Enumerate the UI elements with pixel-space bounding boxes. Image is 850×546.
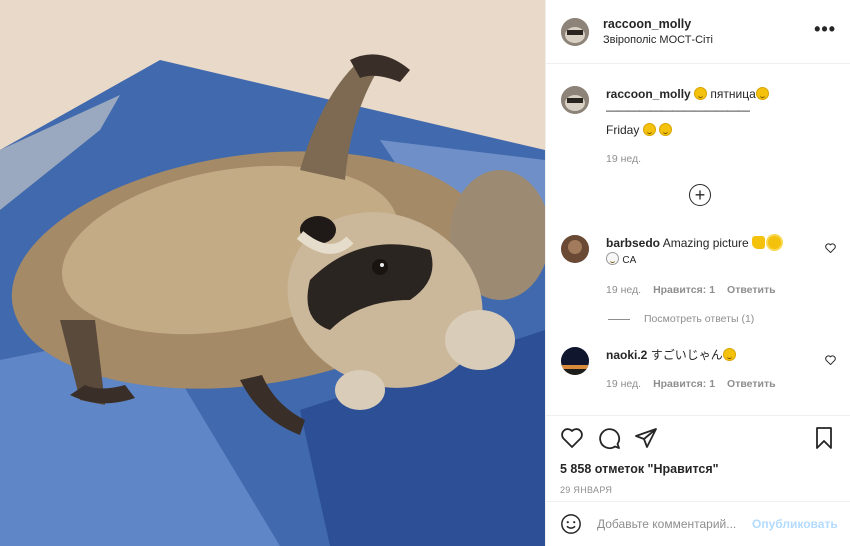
caption-username[interactable]: raccoon_molly — [606, 87, 691, 101]
comment-likes[interactable]: Нравится: 1 — [653, 284, 715, 296]
publish-button[interactable]: Опубликовать — [752, 517, 838, 531]
author-avatar[interactable] — [561, 17, 589, 46]
reply-button[interactable]: Ответить — [727, 284, 776, 296]
post-photo[interactable] — [0, 0, 545, 546]
comment-meta: 19 нед. Нравится: 1 Ответить — [606, 282, 836, 298]
commenter-avatar[interactable] — [561, 235, 589, 263]
comment-username[interactable]: naoki.2 — [606, 348, 647, 362]
upside-down-face-emoji-2 — [642, 123, 656, 136]
post-actions: 5 858 отметок "Нравится" 29 ЯНВАРЯ — [546, 415, 850, 501]
comment-body: barbsedo Amazing picture CA 19 нед. Нрави… — [606, 235, 836, 298]
caption-avatar[interactable] — [561, 86, 589, 114]
caption-text-line2: ————————————— — [606, 103, 750, 117]
more-options-icon[interactable]: ••• — [814, 20, 836, 40]
comments-section: raccoon_molly пятница ————————————— Frid… — [546, 65, 850, 415]
upside-down-face-emoji — [694, 87, 708, 100]
likes-count[interactable]: 5 858 отметок "Нравится" — [560, 462, 836, 476]
caption-body: raccoon_molly пятница ————————————— Frid… — [606, 86, 836, 167]
comment-likes[interactable]: Нравится: 1 — [653, 378, 715, 390]
comment-body: naoki.2 すごいじゃん 19 нед. Нравится: 1 Ответит… — [606, 347, 836, 392]
post-date: 29 ЯНВАРЯ — [560, 485, 613, 495]
caption: raccoon_molly пятница ————————————— Frid… — [561, 86, 836, 167]
flag-emoji — [606, 252, 619, 265]
comment-item: naoki.2 すごいじゃん 19 нед. Нравится: 1 Ответит… — [561, 347, 836, 392]
comment-like-icon[interactable] — [825, 243, 836, 256]
raccoon-photo-illustration — [0, 0, 545, 546]
comment-item: barbsedo Amazing picture CA 19 нед. Нрави… — [561, 235, 836, 298]
heart-icon[interactable] — [560, 426, 584, 450]
relieved-face-emoji — [755, 87, 769, 100]
relieved-face-emoji — [722, 348, 736, 361]
header-text: raccoon_molly Звірополіс МОСТ-Сіті — [603, 17, 814, 46]
comment-icon[interactable] — [597, 426, 621, 450]
sun-emoji — [768, 236, 782, 249]
load-more-icon[interactable]: + — [689, 184, 711, 206]
smiling-face-emoji — [659, 123, 673, 136]
comment-text: Amazing picture — [662, 236, 749, 250]
share-icon[interactable] — [634, 426, 658, 450]
caption-text-line3: Friday — [606, 123, 640, 137]
view-replies-label: Посмотреть ответы (1) — [644, 313, 755, 325]
view-replies-button[interactable]: Посмотреть ответы (1) — [608, 313, 754, 325]
comment-input[interactable] — [597, 517, 752, 531]
bookmark-icon[interactable] — [812, 426, 836, 450]
action-icons — [560, 424, 836, 452]
reply-button[interactable]: Ответить — [727, 378, 776, 390]
comment-like-icon[interactable] — [825, 355, 836, 368]
caption-text-line1: пятница — [710, 87, 756, 101]
thumbs-up-emoji — [752, 236, 766, 249]
comment-time: 19 нед. — [606, 284, 642, 296]
comment-text-2: CA — [622, 255, 637, 266]
comment-time: 19 нед. — [606, 378, 642, 390]
post-location[interactable]: Звірополіс МОСТ-Сіті — [603, 34, 814, 46]
instagram-post: raccoon_molly Звірополіс МОСТ-Сіті ••• r… — [0, 0, 850, 546]
comment-meta: 19 нед. Нравится: 1 Ответить — [606, 376, 836, 392]
comment-username[interactable]: barbsedo — [606, 236, 660, 250]
caption-time: 19 нед. — [606, 153, 642, 165]
emoji-icon[interactable] — [560, 513, 582, 535]
replies-divider — [608, 318, 630, 320]
comment-text: すごいじゃん — [650, 348, 723, 362]
add-comment-bar: Опубликовать — [546, 501, 850, 546]
author-username[interactable]: raccoon_molly — [603, 17, 814, 31]
post-side-panel: raccoon_molly Звірополіс МОСТ-Сіті ••• r… — [545, 0, 850, 546]
commenter-avatar[interactable] — [561, 347, 589, 375]
post-header: raccoon_molly Звірополіс МОСТ-Сіті ••• — [546, 0, 850, 64]
